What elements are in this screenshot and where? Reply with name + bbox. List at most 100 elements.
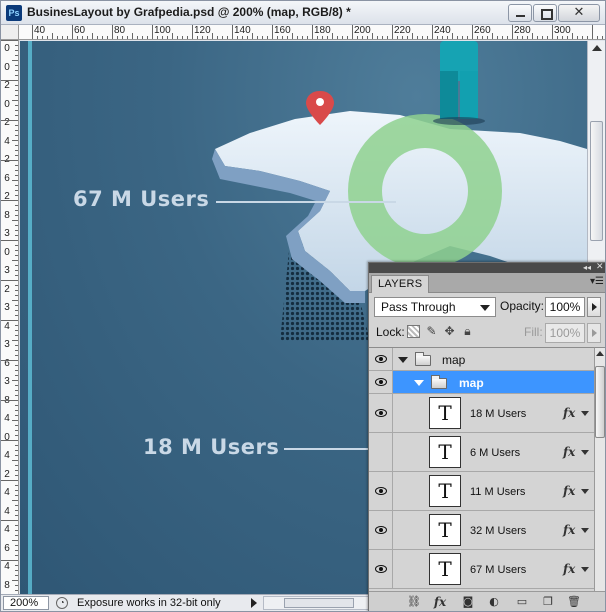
ruler-tick xyxy=(15,110,18,111)
ruler-tick-label: 4 xyxy=(4,320,10,332)
layer-effects-icon[interactable]: fx xyxy=(563,562,575,576)
close-button[interactable]: ✕ xyxy=(558,4,600,22)
fill-input[interactable]: 100% xyxy=(545,323,585,343)
ruler-tick-label: 3 xyxy=(4,302,10,313)
ruler-origin[interactable] xyxy=(1,25,19,40)
ruler-tick xyxy=(15,445,18,446)
eye-icon[interactable] xyxy=(375,526,387,534)
link-icon[interactable]: ⛓ xyxy=(407,595,421,609)
maximize-button[interactable] xyxy=(533,4,557,22)
ruler-tick xyxy=(15,115,18,116)
blend-mode-select[interactable]: Pass Through xyxy=(374,297,496,317)
visibility-cell[interactable] xyxy=(369,394,393,432)
layer-effects-icon[interactable]: fx xyxy=(563,523,575,537)
ruler-tick xyxy=(462,36,463,39)
expand-triangle-icon[interactable] xyxy=(398,357,408,363)
status-menu-arrow-icon[interactable] xyxy=(251,598,257,608)
layer-effects-icon[interactable]: fx xyxy=(563,406,575,420)
layer-group-row[interactable]: map xyxy=(369,348,594,371)
status-message: Exposure works in 32-bit only xyxy=(77,597,221,609)
horizontal-ruler[interactable]: 40 60 80 100 120 140 160 180 200 220 240 260 280 300 xyxy=(1,25,605,40)
trash-icon[interactable]: 🗑︎ xyxy=(567,595,581,609)
ruler-tick xyxy=(507,36,508,39)
eye-icon[interactable] xyxy=(375,409,387,417)
panel-header-strip[interactable]: ◂◂ ✕ xyxy=(369,263,605,273)
ruler-tick xyxy=(15,565,18,566)
lock-pixels-brush-icon[interactable]: ✎ xyxy=(425,325,438,338)
fill-slider-arrow-icon[interactable] xyxy=(587,323,601,343)
ruler-tick xyxy=(15,315,18,316)
ruler-tick xyxy=(15,450,18,451)
layer-row[interactable]: T 32 M Users fx xyxy=(369,511,594,550)
ruler-tick xyxy=(587,36,588,39)
visibility-cell[interactable] xyxy=(369,433,393,471)
eye-icon[interactable] xyxy=(375,355,387,363)
layer-row[interactable]: T 11 M Users fx xyxy=(369,472,594,511)
ruler-tick xyxy=(332,33,333,39)
mask-icon[interactable]: ◙ xyxy=(461,595,475,609)
effects-expand-icon[interactable] xyxy=(581,528,589,533)
expand-triangle-icon[interactable] xyxy=(414,380,424,386)
eye-icon[interactable] xyxy=(375,487,387,495)
tab-layers[interactable]: LAYERS xyxy=(371,275,430,293)
layer-row[interactable]: T 6 M Users fx xyxy=(369,433,594,472)
horizontal-scroll-thumb[interactable] xyxy=(284,598,354,608)
effects-expand-icon[interactable] xyxy=(581,450,589,455)
opacity-input[interactable]: 100% xyxy=(545,297,585,317)
zoom-level-field[interactable]: 200% xyxy=(3,596,49,610)
canvas-horizontal-scrollbar[interactable] xyxy=(263,596,373,610)
lock-label: Lock: xyxy=(376,325,405,339)
lock-all-padlock-icon[interactable]: 🔒︎ xyxy=(461,325,474,338)
layer-effects-icon[interactable]: fx xyxy=(563,484,575,498)
scroll-up-arrow-icon[interactable] xyxy=(592,45,602,51)
effects-expand-icon[interactable] xyxy=(581,489,589,494)
layer-row[interactable]: T 18 M Users fx xyxy=(369,394,594,433)
ruler-tick-label: 8 xyxy=(4,209,10,221)
ruler-tick xyxy=(347,36,348,39)
ruler-tick xyxy=(15,530,18,531)
text-layer-thumbnail: T xyxy=(429,514,461,546)
visibility-cell[interactable] xyxy=(369,348,393,370)
scroll-up-arrow-icon[interactable] xyxy=(596,351,604,356)
new-layer-icon[interactable]: ❐ xyxy=(541,595,555,609)
title-bar[interactable]: Ps BusinesLayout by Grafpedia.psd @ 200%… xyxy=(1,1,605,25)
folder-icon[interactable]: ▭ xyxy=(515,595,529,609)
ruler-tick xyxy=(15,65,18,66)
adjustment-icon[interactable]: ◐ xyxy=(487,595,501,609)
opacity-label: Opacity: xyxy=(500,299,545,313)
close-panel-icon[interactable]: ✕ xyxy=(596,263,604,272)
ruler-tick xyxy=(15,465,18,466)
effects-expand-icon[interactable] xyxy=(581,411,589,416)
ruler-tick xyxy=(15,430,18,431)
visibility-cell[interactable] xyxy=(369,511,393,549)
ruler-tick xyxy=(15,210,18,211)
ruler-tick xyxy=(15,135,18,136)
text-layer-thumbnail: T xyxy=(429,436,461,468)
ruler-tick xyxy=(277,36,278,39)
effects-expand-icon[interactable] xyxy=(581,567,589,572)
layers-scroll-thumb[interactable] xyxy=(595,366,605,438)
ruler-tick xyxy=(452,33,453,39)
layer-row[interactable]: T 67 M Users fx xyxy=(369,550,594,589)
lock-transparency-icon[interactable] xyxy=(407,325,420,338)
vertical-ruler[interactable]: 002024262830323436384042444648 xyxy=(1,40,19,594)
visibility-cell[interactable] xyxy=(369,550,393,588)
opacity-slider-arrow-icon[interactable] xyxy=(587,297,601,317)
panel-menu-icon[interactable]: ▾☰ xyxy=(590,277,604,287)
visibility-cell[interactable] xyxy=(369,371,393,393)
lock-position-move-icon[interactable]: ✥ xyxy=(443,325,456,338)
layer-effects-icon[interactable]: fx xyxy=(563,445,575,459)
scroll-thumb[interactable] xyxy=(590,121,603,241)
fx-icon[interactable]: fx xyxy=(433,595,447,609)
status-info-icon[interactable]: ◔ xyxy=(56,597,68,609)
layers-scrollbar[interactable] xyxy=(594,347,605,591)
ruler-tick xyxy=(15,475,18,476)
ruler-tick-label: 120 xyxy=(194,25,211,36)
layer-group-row-selected[interactable]: map xyxy=(369,371,594,394)
eye-icon[interactable] xyxy=(375,378,387,386)
text-layer-thumbnail: T xyxy=(429,475,461,507)
eye-icon[interactable] xyxy=(375,565,387,573)
minimize-button[interactable] xyxy=(508,4,532,22)
collapse-panel-icon[interactable]: ◂◂ xyxy=(583,264,591,272)
visibility-cell[interactable] xyxy=(369,472,393,510)
